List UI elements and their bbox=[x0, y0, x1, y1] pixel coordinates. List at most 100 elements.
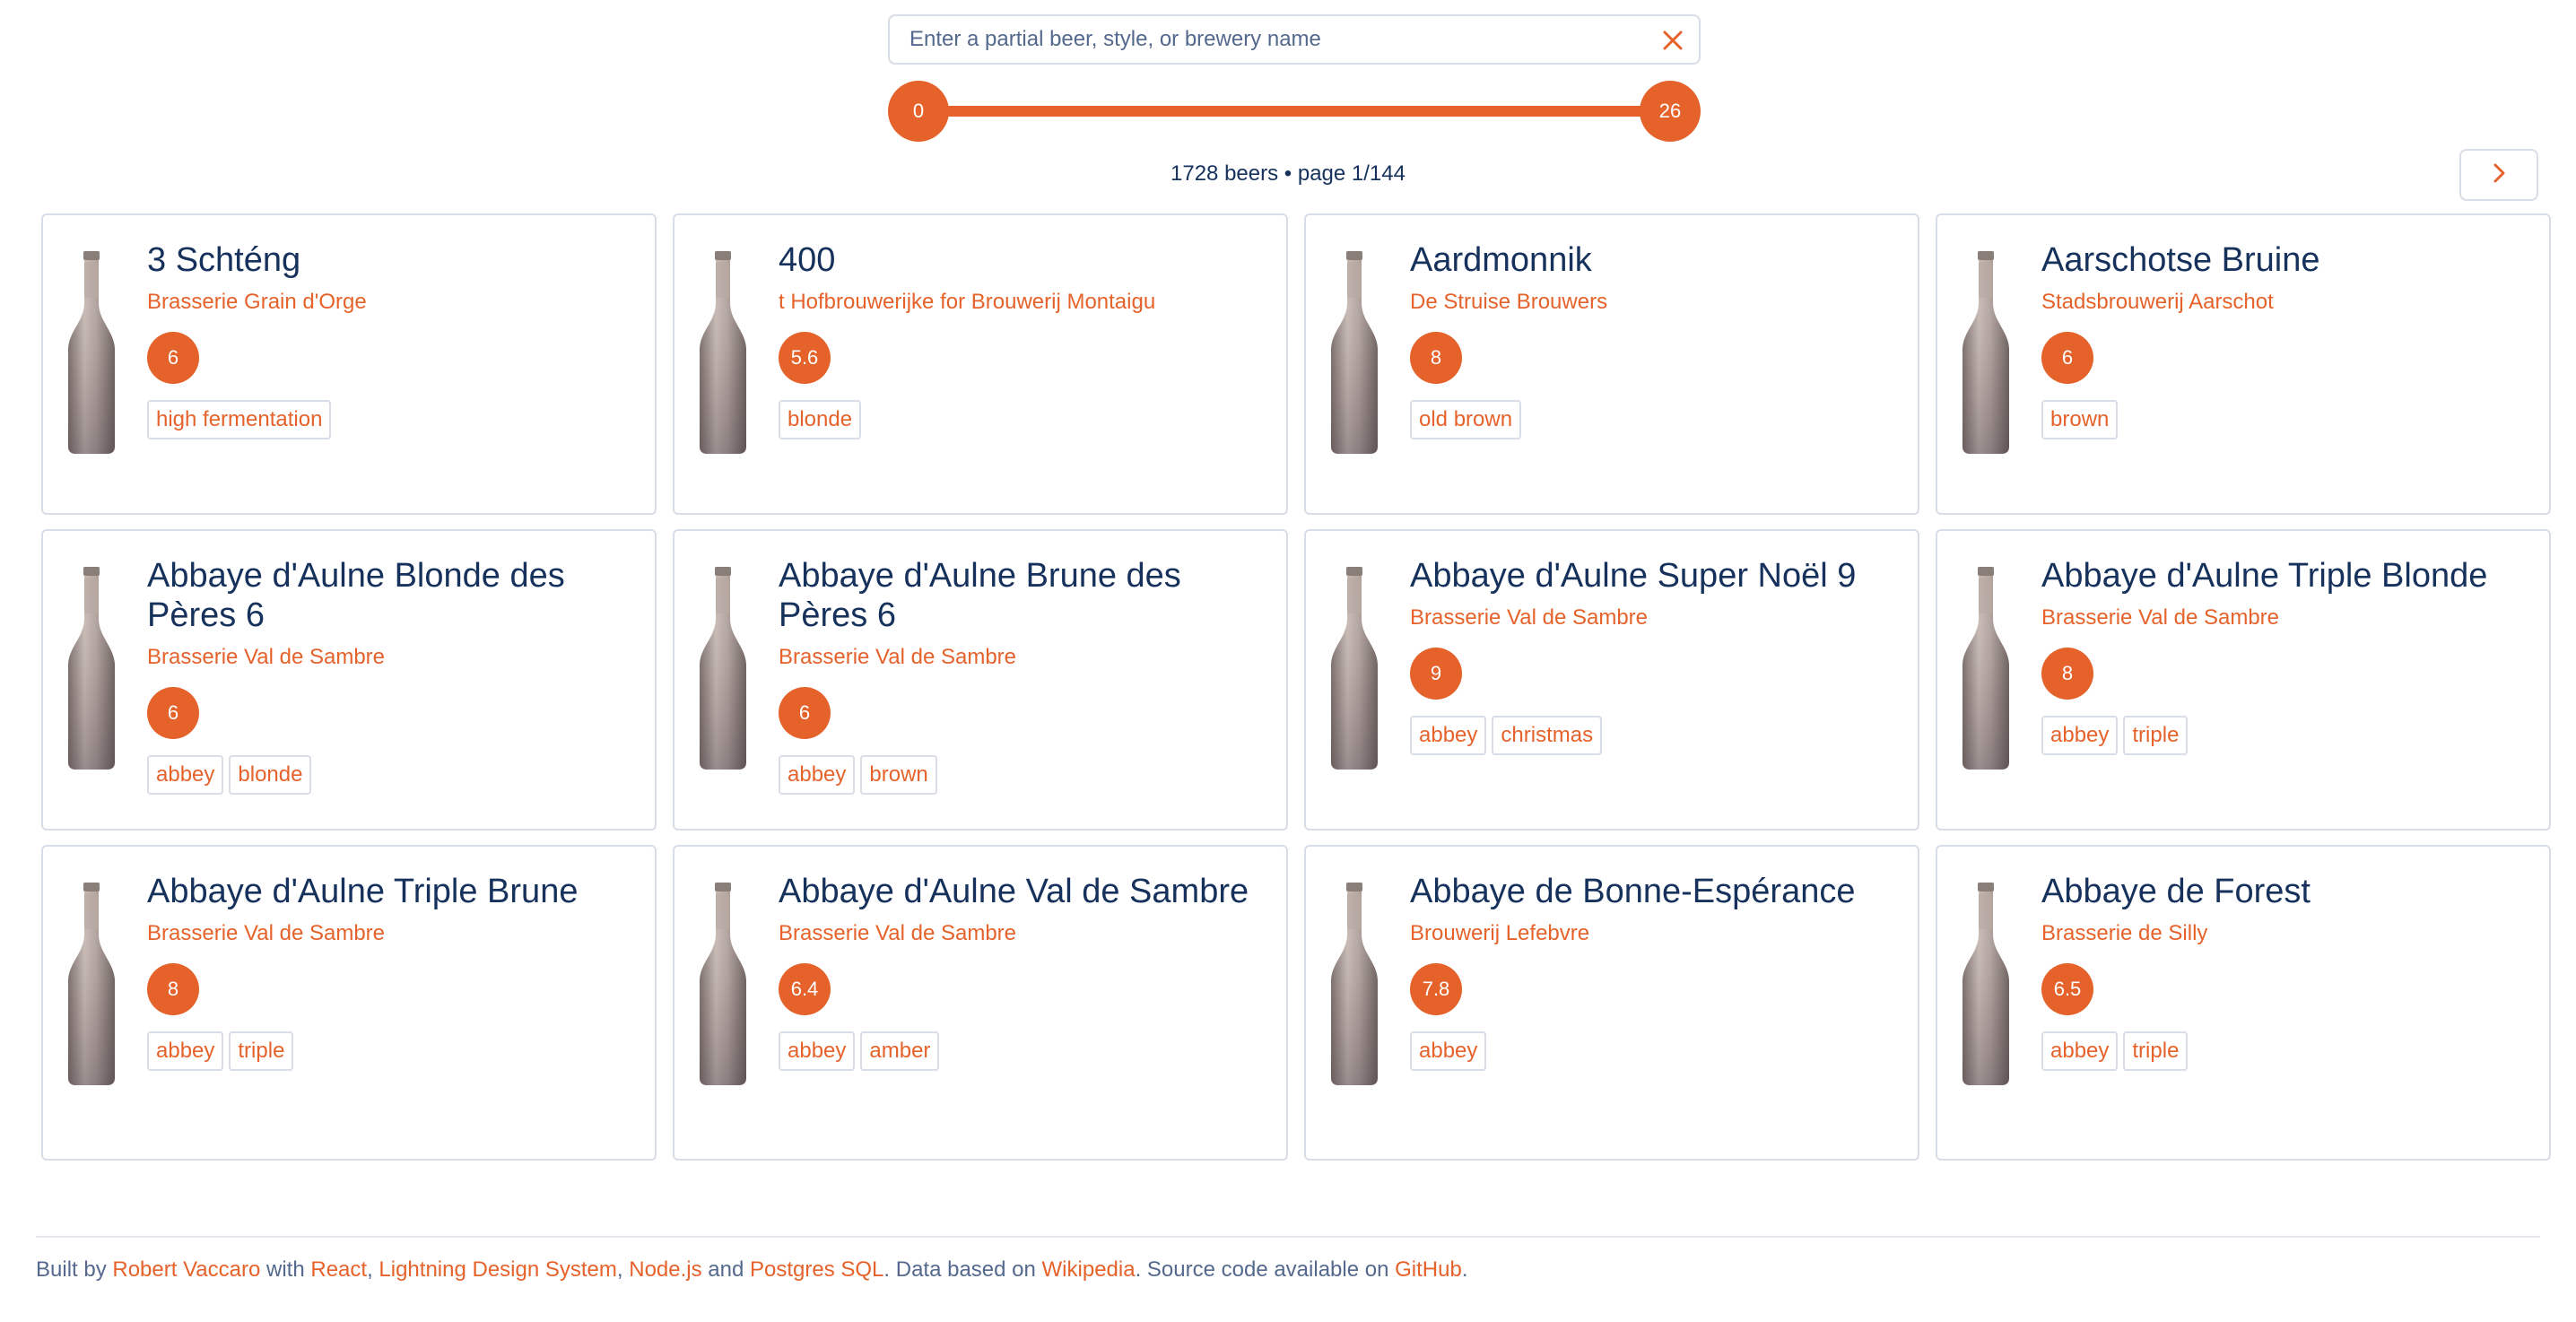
style-tag[interactable]: triple bbox=[2123, 716, 2189, 755]
beer-card[interactable]: Aarschotse Bruine Stadsbrouwerij Aarscho… bbox=[1936, 213, 2551, 515]
brewery-name[interactable]: t Hofbrouwerijke for Brouwerij Montaigu bbox=[779, 289, 1268, 316]
style-tag[interactable]: triple bbox=[2123, 1031, 2189, 1071]
style-tags: abbey brown bbox=[779, 755, 1268, 795]
brewery-name[interactable]: Brasserie de Silly bbox=[2041, 920, 2531, 947]
next-page-button[interactable] bbox=[2459, 149, 2538, 201]
beer-bottle-icon bbox=[65, 881, 118, 1087]
style-tag[interactable]: blonde bbox=[229, 755, 312, 795]
style-tag[interactable]: abbey bbox=[147, 1031, 224, 1071]
beer-name: Abbaye d'Aulne Triple Brune bbox=[147, 873, 579, 910]
footer-text: Built by bbox=[36, 1257, 113, 1282]
beer-bottle-icon bbox=[1327, 565, 1381, 771]
style-tag[interactable]: brown bbox=[860, 755, 937, 795]
beer-grid: 3 Schténg Brasserie Grain d'Orge 6 high … bbox=[41, 213, 2551, 1161]
beer-bottle-icon bbox=[1959, 249, 2013, 456]
beer-card[interactable]: Abbaye d'Aulne Triple Blonde Brasserie V… bbox=[1936, 529, 2551, 831]
style-tag[interactable]: amber bbox=[860, 1031, 940, 1071]
brewery-name[interactable]: Brasserie Val de Sambre bbox=[2041, 604, 2531, 631]
style-tags: abbey christmas bbox=[1410, 716, 1900, 755]
brewery-name[interactable]: De Struise Brouwers bbox=[1410, 289, 1900, 316]
abv-badge: 8 bbox=[147, 963, 199, 1015]
beer-name: Abbaye d'Aulne Brune des Pères 6 bbox=[779, 557, 1181, 634]
brewery-name[interactable]: Brasserie Val de Sambre bbox=[1410, 604, 1900, 631]
style-tag[interactable]: abbey bbox=[2041, 716, 2119, 755]
brewery-name[interactable]: Brasserie Val de Sambre bbox=[779, 644, 1268, 671]
beer-card[interactable]: Abbaye d'Aulne Triple Brune Brasserie Va… bbox=[41, 845, 657, 1161]
beer-name: 3 Schténg bbox=[147, 241, 301, 279]
brewery-name[interactable]: Brouwerij Lefebvre bbox=[1410, 920, 1900, 947]
style-tag[interactable]: abbey bbox=[147, 755, 224, 795]
close-icon[interactable] bbox=[1659, 27, 1686, 54]
beer-bottle-icon bbox=[1327, 249, 1381, 456]
nodejs-link[interactable]: Node.js bbox=[629, 1257, 701, 1282]
abv-badge: 6.4 bbox=[779, 963, 831, 1015]
beer-card[interactable]: Abbaye d'Aulne Val de Sambre Brasserie V… bbox=[673, 845, 1288, 1161]
style-tags: brown bbox=[2041, 400, 2531, 439]
style-tag[interactable]: high fermentation bbox=[147, 400, 332, 439]
abv-badge: 5.6 bbox=[779, 332, 831, 384]
abv-badge: 6 bbox=[2041, 332, 2093, 384]
brewery-name[interactable]: Stadsbrouwerij Aarschot bbox=[2041, 289, 2531, 316]
beer-name: Aarschotse Bruine bbox=[2041, 241, 2320, 279]
style-tag[interactable]: blonde bbox=[779, 400, 862, 439]
github-link[interactable]: GitHub bbox=[1395, 1257, 1462, 1282]
brewery-name[interactable]: Brasserie Val de Sambre bbox=[147, 644, 637, 671]
footer-divider bbox=[36, 1236, 2540, 1238]
style-tag[interactable]: abbey bbox=[1410, 1031, 1487, 1071]
beer-card[interactable]: 3 Schténg Brasserie Grain d'Orge 6 high … bbox=[41, 213, 657, 515]
beer-name: Abbaye d'Aulne Triple Blonde bbox=[2041, 557, 2488, 595]
style-tag[interactable]: abbey bbox=[779, 755, 856, 795]
abv-badge: 6 bbox=[147, 332, 199, 384]
wikipedia-link[interactable]: Wikipedia bbox=[1042, 1257, 1136, 1282]
beer-card[interactable]: Abbaye d'Aulne Super Noël 9 Brasserie Va… bbox=[1304, 529, 1919, 831]
beer-card[interactable]: Abbaye de Forest Brasserie de Silly 6.5 … bbox=[1936, 845, 2551, 1161]
brewery-name[interactable]: Brasserie Val de Sambre bbox=[147, 920, 637, 947]
slider-fill bbox=[918, 106, 1670, 117]
beer-card[interactable]: Abbaye d'Aulne Brune des Pères 6 Brasser… bbox=[673, 529, 1288, 831]
react-link[interactable]: React bbox=[310, 1257, 367, 1282]
style-tag[interactable]: triple bbox=[229, 1031, 294, 1071]
slider-track[interactable] bbox=[918, 106, 1670, 117]
search-box bbox=[888, 14, 1701, 65]
beer-card[interactable]: Abbaye d'Aulne Blonde des Pères 6 Brasse… bbox=[41, 529, 657, 831]
brewery-name[interactable]: Brasserie Val de Sambre bbox=[779, 920, 1268, 947]
beer-bottle-icon bbox=[696, 565, 750, 771]
style-tag[interactable]: abbey bbox=[779, 1031, 856, 1071]
beer-name: Abbaye de Bonne-Espérance bbox=[1410, 873, 1856, 910]
footer-text: . Source code available on bbox=[1135, 1257, 1396, 1282]
beer-bottle-icon bbox=[1959, 881, 2013, 1087]
beer-name: Abbaye de Forest bbox=[2041, 873, 2311, 910]
beer-name: Abbaye d'Aulne Val de Sambre bbox=[779, 873, 1249, 910]
style-tag[interactable]: old brown bbox=[1410, 400, 1522, 439]
abv-badge: 6 bbox=[147, 687, 199, 739]
style-tags: abbey triple bbox=[147, 1031, 637, 1071]
footer: Built by Robert Vaccaro with React, Ligh… bbox=[36, 1257, 1467, 1283]
beer-card[interactable]: 400 t Hofbrouwerijke for Brouwerij Monta… bbox=[673, 213, 1288, 515]
style-tag[interactable]: brown bbox=[2041, 400, 2119, 439]
abv-badge: 6.5 bbox=[2041, 963, 2093, 1015]
beer-card[interactable]: Aardmonnik De Struise Brouwers 8 old bro… bbox=[1304, 213, 1919, 515]
style-tags: abbey blonde bbox=[147, 755, 637, 795]
brewery-name[interactable]: Brasserie Grain d'Orge bbox=[147, 289, 637, 316]
footer-text: with bbox=[260, 1257, 311, 1282]
slider-max-handle[interactable]: 26 bbox=[1640, 81, 1701, 142]
abv-range-slider[interactable]: 0 26 bbox=[888, 81, 1701, 142]
abv-badge: 8 bbox=[1410, 332, 1462, 384]
beer-bottle-icon bbox=[696, 881, 750, 1087]
beer-name: Abbaye d'Aulne Blonde des Pères 6 bbox=[147, 557, 565, 634]
beer-card[interactable]: Abbaye de Bonne-Espérance Brouwerij Lefe… bbox=[1304, 845, 1919, 1161]
author-link[interactable]: Robert Vaccaro bbox=[112, 1257, 260, 1282]
search-input[interactable] bbox=[890, 16, 1699, 63]
style-tags: high fermentation bbox=[147, 400, 637, 439]
postgres-link[interactable]: Postgres SQL bbox=[750, 1257, 883, 1282]
style-tag[interactable]: christmas bbox=[1492, 716, 1603, 755]
style-tag[interactable]: abbey bbox=[1410, 716, 1487, 755]
style-tag[interactable]: abbey bbox=[2041, 1031, 2119, 1071]
beer-bottle-icon bbox=[65, 249, 118, 456]
beer-bottle-icon bbox=[65, 565, 118, 771]
style-tags: abbey triple bbox=[2041, 716, 2531, 755]
style-tags: abbey bbox=[1410, 1031, 1900, 1071]
footer-text: , bbox=[616, 1257, 630, 1282]
slider-min-handle[interactable]: 0 bbox=[888, 81, 949, 142]
lightning-design-system-link[interactable]: Lightning Design System bbox=[379, 1257, 616, 1282]
